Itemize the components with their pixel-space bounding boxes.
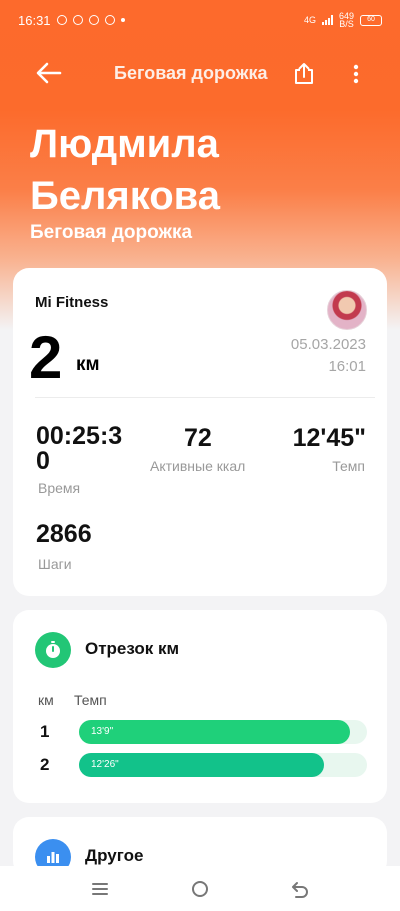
pace-value: 12'45" — [292, 424, 366, 452]
app-bar: Беговая дорожка — [0, 50, 400, 96]
divider — [35, 397, 375, 398]
share-button[interactable] — [292, 62, 316, 86]
workout-time: 16:01 — [328, 358, 366, 375]
battery-level: 60 — [367, 15, 375, 23]
status-time: 16:31 — [18, 12, 51, 28]
other-title: Другое — [85, 846, 144, 865]
system-nav-bar — [0, 866, 400, 911]
share-icon — [295, 63, 313, 84]
workout-summary-card: Mi Fitness 2 км 05.03.2023 16:01 00:25:3… — [13, 268, 387, 596]
activity-type: Беговая дорожка — [30, 222, 193, 243]
calories-label: Активные ккал — [150, 458, 246, 474]
split-pace-value: 13'9" — [91, 726, 114, 737]
home-circle-icon — [192, 881, 208, 897]
duration-value: 00:25:30 — [36, 422, 123, 475]
km-splits-card[interactable]: Отрезок км км Темп 1 13'9" 2 12'26" — [13, 610, 387, 803]
status-bar: 16:31 4G 649 B/S 60 — [0, 0, 400, 40]
split-pace-track: 12'26" — [79, 753, 367, 777]
signal-icon — [321, 15, 333, 25]
split-row: 1 13'9" — [13, 720, 387, 744]
split-row: 2 12'26" — [13, 753, 387, 777]
app-notification-icon — [72, 15, 83, 25]
more-button[interactable] — [346, 62, 366, 86]
split-pace-value: 12'26" — [91, 759, 119, 770]
at-icon — [56, 15, 67, 25]
menu-button[interactable] — [89, 878, 111, 900]
pace-label: Темп — [332, 458, 365, 474]
distance-unit: км — [76, 354, 100, 375]
stopwatch-icon — [35, 632, 71, 668]
back-button[interactable] — [34, 60, 64, 86]
user-name: Людмила Белякова — [30, 122, 220, 218]
home-button[interactable] — [189, 878, 211, 900]
steps-value: 2866 — [36, 520, 92, 548]
page-title: Беговая дорожка — [114, 63, 268, 83]
splits-title: Отрезок км — [85, 639, 180, 658]
duration-label: Время — [38, 480, 81, 496]
chat-icon — [88, 15, 99, 25]
split-km: 1 — [40, 722, 50, 741]
splits-pace-header: Темп — [74, 692, 107, 708]
more-vertical-icon — [353, 64, 359, 84]
steps-label: Шаги — [38, 556, 72, 572]
distance-value: 2 — [29, 324, 63, 391]
arrow-left-icon — [36, 62, 62, 84]
split-pace-bar: 12'26" — [79, 753, 324, 777]
split-km: 2 — [40, 755, 50, 774]
calories-value: 72 — [184, 424, 212, 452]
menu-icon — [92, 883, 108, 895]
back-arrow-icon — [292, 882, 308, 898]
workout-date: 05.03.2023 — [290, 336, 366, 353]
split-pace-bar: 13'9" — [79, 720, 350, 744]
app-notification-icon — [104, 15, 115, 25]
network-label: 4G — [303, 15, 316, 25]
battery-icon: 60 — [360, 14, 382, 26]
data-source: Mi Fitness — [35, 294, 109, 311]
system-back-button[interactable] — [289, 878, 311, 900]
more-notifications-icon — [120, 18, 125, 22]
network-speed-unit: B/S — [339, 19, 354, 29]
split-pace-track: 13'9" — [79, 720, 367, 744]
splits-km-header: км — [38, 692, 54, 708]
avatar[interactable] — [327, 290, 367, 330]
